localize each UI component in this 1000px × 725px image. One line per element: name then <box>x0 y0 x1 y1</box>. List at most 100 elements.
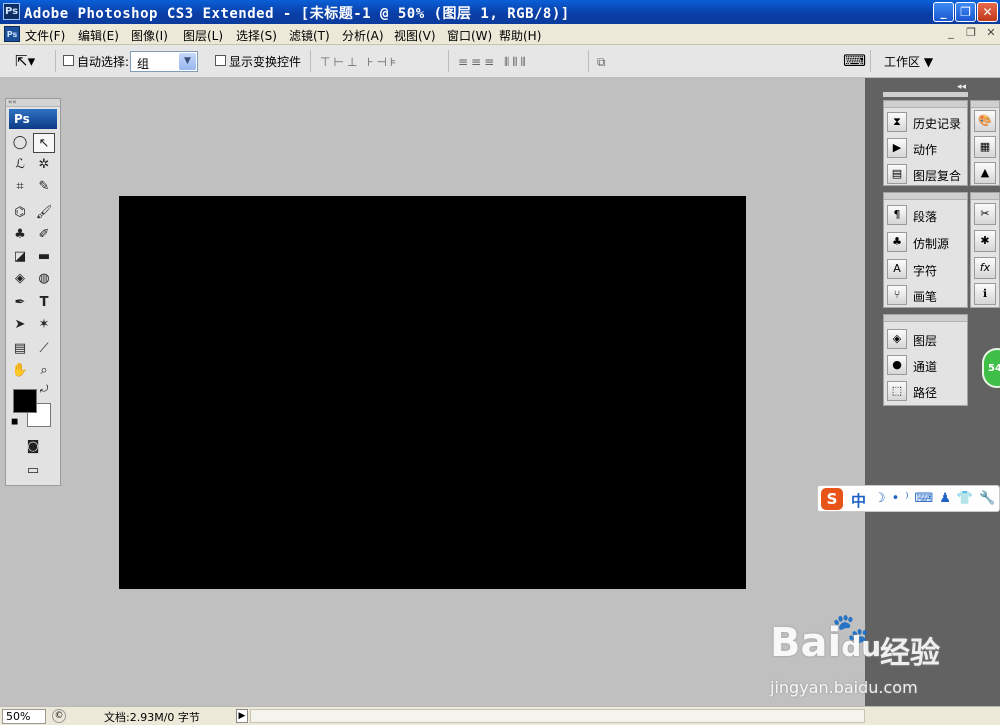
panel-brushes[interactable]: ⑂ 画笔 <box>887 283 967 307</box>
menu-bar: Ps 文件(F) 编辑(E) 图像(I) 图层(L) 选择(S) 滤镜(T) 分… <box>0 24 1000 45</box>
magic-wand-tool-icon[interactable]: ✲ <box>33 155 55 175</box>
auto-align-layers-icon[interactable]: ⧉ <box>597 55 609 69</box>
document-icon[interactable]: Ps <box>4 26 20 42</box>
color-palette-icon[interactable]: 🎨 <box>974 110 996 132</box>
menu-select[interactable]: 选择(S) <box>236 27 277 44</box>
lasso-tool-icon[interactable]: ℒ <box>9 155 31 175</box>
pen-tool-icon[interactable]: ✒ <box>9 293 31 313</box>
distribute-buttons[interactable]: ≡≡≡ ⦀⦀⦀ <box>458 55 529 69</box>
close-button[interactable]: ✕ <box>977 2 998 22</box>
sogou-logo-icon[interactable]: S <box>821 488 843 510</box>
eraser-tool-icon[interactable]: ◪ <box>9 247 31 267</box>
slice-tool-icon[interactable]: ✎ <box>33 177 55 197</box>
swap-colors-icon[interactable]: ⤾ <box>40 384 48 395</box>
menu-edit[interactable]: 编辑(E) <box>78 27 119 44</box>
dodge-tool-icon[interactable]: ◍ <box>33 269 55 289</box>
info-icon[interactable]: ℹ <box>974 283 996 305</box>
workspace-menu[interactable]: 工作区 ▼ <box>884 53 933 70</box>
panel-character-label: 字符 <box>913 264 938 278</box>
doc-restore-button[interactable]: ❐ <box>962 26 980 42</box>
quick-mask-icon[interactable]: ◙ <box>22 437 44 457</box>
menu-view[interactable]: 视图(V) <box>394 27 436 44</box>
auto-select-dropdown[interactable]: 组 ▼ <box>130 51 198 72</box>
menu-analysis[interactable]: 分析(A) <box>342 27 384 44</box>
bridge-icon[interactable]: ⌨ <box>843 51 866 70</box>
menu-layer[interactable]: 图层(L) <box>183 27 223 44</box>
zoom-tool-icon[interactable]: ⌕ <box>33 361 55 381</box>
history-brush-tool-icon[interactable]: ✐ <box>33 225 55 245</box>
histogram-icon[interactable]: ▲ <box>974 162 996 184</box>
panel-group-bar[interactable] <box>971 193 999 200</box>
panel-layers[interactable]: ◈ 图层 <box>887 327 967 351</box>
show-transform-checkbox[interactable] <box>215 55 226 66</box>
zoom-field[interactable]: 50% <box>2 709 46 724</box>
hand-tool-icon[interactable]: ✋ <box>9 361 31 381</box>
type-tool-icon[interactable]: T <box>33 293 55 313</box>
panel-history-label: 历史记录 <box>913 117 962 131</box>
panel-actions-label: 动作 <box>913 143 938 157</box>
restore-button[interactable]: ❐ <box>955 2 976 22</box>
divider <box>870 50 871 72</box>
panel-dock: ◂◂ ⧗ 历史记录 ▶ 动作 ▤ 图层复合 ¶ 段落 ♣ 仿制源 A 字符 ⑂ … <box>865 78 1000 723</box>
panel-paths[interactable]: ⬚ 路径 <box>887 379 967 403</box>
menu-help[interactable]: 帮助(H) <box>499 27 541 44</box>
history-icon: ⧗ <box>887 112 907 132</box>
path-selection-tool-icon[interactable]: ➤ <box>9 315 31 335</box>
panel-grip[interactable] <box>883 92 968 97</box>
panel-channels[interactable]: ● 通道 <box>887 353 967 377</box>
doc-close-button[interactable]: ✕ <box>982 26 1000 42</box>
menu-file[interactable]: 文件(F) <box>25 27 65 44</box>
gradient-tool-icon[interactable]: ▬ <box>33 247 55 267</box>
panel-layer-comps[interactable]: ▤ 图层复合 <box>887 162 967 186</box>
panel-paragraph[interactable]: ¶ 段落 <box>887 203 967 227</box>
move-tool-icon[interactable]: ↖ <box>33 133 55 153</box>
floating-badge[interactable]: 54 <box>982 348 1000 388</box>
panel-character[interactable]: A 字符 <box>887 257 967 281</box>
clone-stamp-tool-icon[interactable]: ♣ <box>9 225 31 245</box>
menu-filter[interactable]: 滤镜(T) <box>289 27 330 44</box>
align-buttons[interactable]: ⊤⊢⊥ ⊦⊣⊧ <box>320 55 399 69</box>
tools-panel-header[interactable]: «« <box>6 99 60 107</box>
ime-mode-toggle[interactable]: 中 <box>851 490 866 511</box>
chevron-down-icon: ▼ <box>179 53 196 70</box>
marquee-tool-icon[interactable]: ◯ <box>9 133 31 153</box>
auto-select-checkbox[interactable] <box>63 55 74 66</box>
watermark-brand: Baidu <box>770 620 881 666</box>
panel-clone-source[interactable]: ♣ 仿制源 <box>887 230 967 254</box>
document-canvas[interactable] <box>119 196 746 589</box>
brush-tool-icon[interactable]: 🖌 <box>33 203 55 223</box>
minimize-button[interactable]: _ <box>933 2 954 22</box>
collapse-dock-icon[interactable]: ◂◂ <box>957 82 966 92</box>
menu-window[interactable]: 窗口(W) <box>447 27 492 44</box>
status-icon[interactable]: © <box>52 709 66 723</box>
panel-actions[interactable]: ▶ 动作 <box>887 136 967 160</box>
icon-panel-column-2: ✂ ✱ fx ℹ <box>970 192 1000 308</box>
panel-group-bar[interactable] <box>884 101 967 108</box>
workspace-label: 工作区 <box>884 55 921 69</box>
default-colors-icon[interactable]: ◼ <box>11 417 18 427</box>
crop-tool-icon[interactable]: ⌗ <box>9 177 31 197</box>
screen-mode-icon[interactable]: ▭ <box>22 461 44 481</box>
menu-image[interactable]: 图像(I) <box>131 27 168 44</box>
doc-minimize-button[interactable]: _ <box>942 26 960 42</box>
notes-tool-icon[interactable]: ▤ <box>9 339 31 359</box>
panel-group-bar[interactable] <box>971 101 999 108</box>
panel-layers-label: 图层 <box>913 334 938 348</box>
panel-group-bar[interactable] <box>884 315 967 322</box>
ime-tool-icons[interactable]: ☽•⁾⌨♟👕🔧 <box>874 491 1000 506</box>
tool-presets-icon[interactable]: ✂ <box>974 203 996 225</box>
styles-fx-icon[interactable]: fx <box>974 257 996 279</box>
panel-history[interactable]: ⧗ 历史记录 <box>887 110 967 134</box>
status-menu-arrow-icon[interactable]: ▶ <box>236 709 248 723</box>
horizontal-scrollbar[interactable] <box>250 709 865 723</box>
move-tool-preset-icon[interactable]: ⇱▾ <box>15 52 35 70</box>
navigator-icon[interactable]: ✱ <box>974 230 996 252</box>
eyedropper-tool-icon[interactable]: ⟋ <box>33 339 55 359</box>
panel-group-bar[interactable] <box>884 193 967 200</box>
swatches-icon[interactable]: ▦ <box>974 136 996 158</box>
blur-tool-icon[interactable]: ◈ <box>9 269 31 289</box>
divider <box>310 50 311 72</box>
foreground-color-swatch[interactable] <box>13 389 37 413</box>
healing-brush-tool-icon[interactable]: ⌬ <box>9 203 31 223</box>
custom-shape-tool-icon[interactable]: ✶ <box>33 315 55 335</box>
